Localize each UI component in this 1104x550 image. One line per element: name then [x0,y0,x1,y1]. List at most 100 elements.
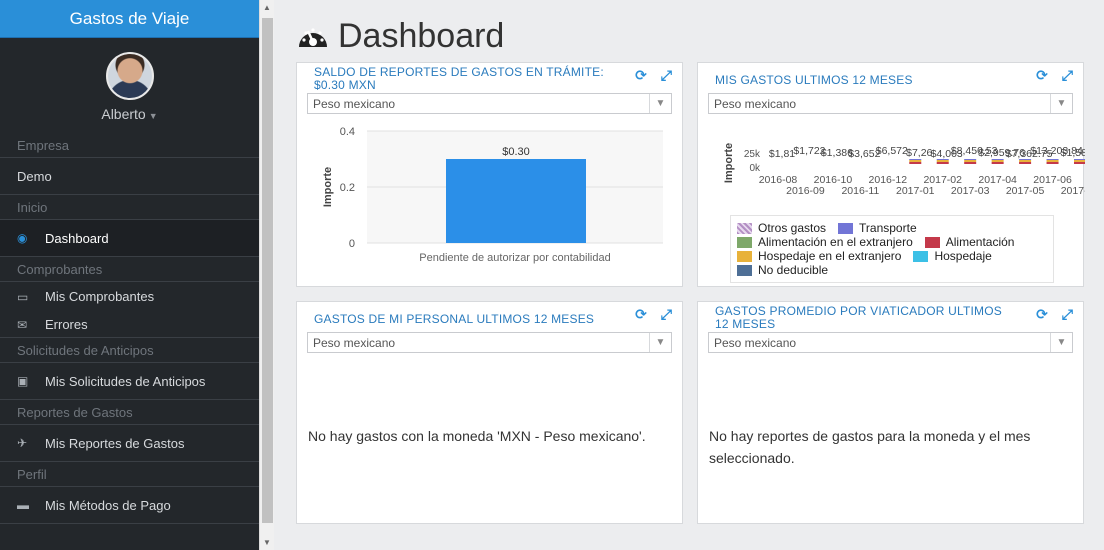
sidebar-item-mis-reportes[interactable]: ✈ Mis Reportes de Gastos [0,425,259,462]
legend-item[interactable]: Alimentación en el extranjero [737,235,913,249]
currency-select-value: Peso mexicano [313,96,396,111]
currency-select[interactable]: Peso mexicano ▼ [307,332,672,353]
sidebar-item-label: Mis Comprobantes [45,289,155,304]
scrollbar-thumb[interactable] [262,18,273,523]
expand-icon[interactable]: ⤢ [661,67,672,84]
refresh-icon[interactable]: ⟳ [635,67,647,84]
bar-segment [936,160,949,162]
bar-segment [909,160,922,162]
sidebar-item-demo[interactable]: Demo [0,158,259,195]
legend-item[interactable]: Hospedaje [913,249,992,263]
expand-icon[interactable]: ⤢ [661,306,672,323]
currency-select[interactable]: Peso mexicano ▼ [708,93,1073,114]
sidebar-item-mis-comprobantes[interactable]: ▭ Mis Comprobantes [0,282,259,312]
data-label: $1,81 [769,148,795,160]
panel-mis-gastos: MIS GASTOS ULTIMOS 12 MESES ⟳ ⤢ Peso mex… [697,62,1085,287]
y-tick-label: 25k [744,149,761,160]
bar-segment [964,160,977,162]
section-anticipos: Solicitudes de Anticipos [0,338,259,363]
chevron-down-icon[interactable]: ▼ [649,94,671,113]
bar-segment [1046,160,1059,162]
legend-label: Alimentación [945,235,1015,249]
bar-segment [1074,159,1085,160]
sidebar-item-label: Errores [45,316,88,332]
inbox-icon: ▭ [17,290,29,304]
scroll-up-arrow-icon[interactable]: ▲ [263,3,271,12]
section-perfil: Perfil [0,462,259,487]
y-axis-label: Importe [723,143,735,183]
envelope-icon: ✉ [17,317,28,332]
currency-select[interactable]: Peso mexicano ▼ [708,332,1073,353]
x-tick-label: Pendiente de autorizar por contabilidad [419,252,610,264]
legend-item[interactable]: Alimentación [924,235,1015,249]
chart-mis-gastos: Importe 25k0k2016-082016-092016-102016-11… [723,143,1085,197]
page-title-text: Dashboard [338,16,505,55]
sidebar-scrollbar[interactable]: ▲ ▼ [259,0,274,550]
sidebar-item-errores[interactable]: ✉ Errores [0,312,259,338]
scroll-down-arrow-icon[interactable]: ▼ [263,538,271,547]
refresh-icon[interactable]: ⟳ [635,306,647,323]
bar-segment [909,159,922,160]
legend-label: Hospedaje en el extranjero [758,249,902,263]
x-tick-label: 2017-03 [951,185,990,197]
sidebar-item-dashboard[interactable]: ◉ Dashboard [0,220,259,257]
sidebar-item-label: Dashboard [45,230,109,246]
expand-icon[interactable]: ⤢ [1062,306,1073,323]
plane-icon: ✈ [17,435,28,450]
app-brand[interactable]: Gastos de Viaje [0,0,259,38]
panel-title: MIS GASTOS ULTIMOS 12 MESES [715,73,913,87]
section-inicio: Inicio [0,195,259,220]
bar-segment [1019,162,1032,164]
legend-item[interactable]: Otros gastos [737,221,826,235]
y-tick-label: 0.4 [340,126,355,138]
panel-title: SALDO DE REPORTES DE GASTOS EN TRÁMITE: … [314,65,604,92]
x-tick-label: 2017-07 [1061,185,1085,197]
bar-segment [1074,160,1085,162]
bar-segment [909,162,922,164]
refresh-icon[interactable]: ⟳ [1036,306,1048,323]
y-tick-label: 0 [349,238,355,250]
y-tick-label: 0.2 [340,182,355,194]
user-name: Alberto [101,106,146,122]
avatar[interactable] [105,52,154,100]
section-reportes: Reportes de Gastos [0,400,259,425]
x-tick-label: 2017-05 [1006,185,1045,197]
legend-label: Transporte [859,221,917,235]
money-icon: ▣ [17,373,29,388]
sidebar-item-mis-solicitudes[interactable]: ▣ Mis Solicitudes de Anticipos [0,363,259,400]
chevron-down-icon[interactable]: ▼ [649,333,671,352]
expand-icon[interactable]: ⤢ [1062,67,1073,84]
dashboard-icon: ◉ [17,230,28,245]
currency-select-value: Peso mexicano [714,96,797,111]
sidebar-item-label: Demo [17,168,52,184]
bar [446,159,586,243]
legend-label: Hospedaje [934,249,992,263]
user-menu[interactable]: Alberto ▼ [0,106,259,122]
sidebar-item-mis-metodos[interactable]: ▬ Mis Métodos de Pago [0,487,259,524]
currency-select[interactable]: Peso mexicano ▼ [307,93,672,114]
y-tick-label: 0k [749,163,761,174]
dashboard-gauge-icon [299,28,327,47]
bar-segment [964,162,977,164]
empty-message: No hay reportes de gastos para la moneda… [709,428,1031,466]
chevron-down-icon[interactable]: ▼ [1050,94,1072,113]
section-comprobantes: Comprobantes [0,257,259,282]
chart-saldo: 0 0.2 0.4 Importe $0.30 Pendiente de autoriza… [322,126,663,264]
chevron-down-icon[interactable]: ▼ [1050,333,1072,352]
legend-item[interactable]: No deducible [737,263,828,277]
panel-title: GASTOS PROMEDIO POR VIATICADOR ULTIMOS 1… [715,304,1002,331]
x-tick-label: 2017-01 [896,185,935,197]
legend-item[interactable]: Hospedaje en el extranjero [737,249,901,263]
legend-label: No deducible [758,263,829,277]
legend-item[interactable]: Transporte [838,221,917,235]
panel-saldo-reportes: SALDO DE REPORTES DE GASTOS EN TRÁMITE: … [296,62,683,287]
bar-segment [1019,160,1032,162]
sidebar-item-label: Mis Solicitudes de Anticipos [45,373,206,389]
x-tick-label: 2016-11 [841,185,879,197]
data-label: $7,26 [906,147,932,159]
data-label: $6,572 [876,145,908,157]
chart-legend: Otros gastos Transporte Alimentación en … [730,215,1054,283]
panel-title: GASTOS DE MI PERSONAL ULTIMOS 12 MESES [314,312,595,326]
currency-select-value: Peso mexicano [313,335,396,350]
refresh-icon[interactable]: ⟳ [1036,67,1048,84]
